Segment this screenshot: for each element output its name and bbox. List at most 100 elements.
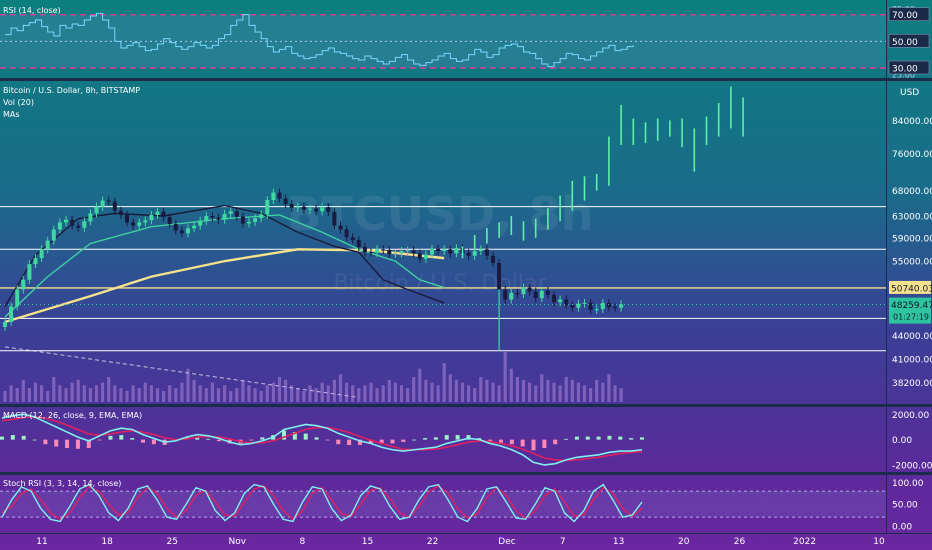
volume-bar xyxy=(369,382,373,402)
macd-histogram-bar xyxy=(119,435,124,440)
volume-bar xyxy=(406,388,410,402)
candle-body xyxy=(515,292,520,295)
volume-bar xyxy=(509,368,513,402)
time-axis-label: Nov xyxy=(229,537,247,547)
macd-histogram-bar xyxy=(216,439,221,442)
volume-bar xyxy=(235,388,239,402)
candle-body xyxy=(521,287,526,295)
volume-bar xyxy=(259,390,263,402)
macd-histogram-bar xyxy=(21,435,26,440)
volume-bar xyxy=(70,382,74,402)
volume-bar xyxy=(9,385,13,402)
candle-body xyxy=(179,230,184,234)
volume-bar xyxy=(107,377,111,402)
candle-body xyxy=(253,218,258,222)
volume-bar xyxy=(552,382,556,402)
volume-bar xyxy=(186,368,190,402)
candle-body xyxy=(442,249,447,252)
candle-body xyxy=(552,294,556,303)
volume-bar xyxy=(265,385,269,402)
candle-body xyxy=(64,219,68,223)
volume-bar xyxy=(229,390,233,402)
volume-bar xyxy=(454,379,458,402)
candle-body xyxy=(350,237,355,241)
candle-body xyxy=(387,249,392,254)
stoch-pane: 100.00 50.00 0.00 xyxy=(0,479,924,532)
price-axis-label: 41000.00 xyxy=(892,355,932,365)
price-title[interactable]: Bitcoin / U.S. Dollar, 8h, BITSTAMP xyxy=(3,86,140,95)
volume-bar xyxy=(430,382,434,402)
candle-body xyxy=(167,217,172,225)
candle-body xyxy=(454,248,459,254)
volume-bar xyxy=(393,382,397,402)
macd-histogram-bar xyxy=(108,435,113,440)
volume-bar xyxy=(540,374,544,402)
volume-bar xyxy=(595,379,599,402)
mas-legend[interactable]: MAs xyxy=(3,110,20,119)
candle-body xyxy=(613,307,617,309)
volume-bar xyxy=(94,385,99,402)
volume-bar xyxy=(338,374,343,402)
candle-body xyxy=(82,221,87,228)
time-axis-label: 7 xyxy=(560,537,566,547)
candle-body xyxy=(344,229,349,238)
volume-bar xyxy=(576,382,580,402)
candle-body xyxy=(527,287,532,292)
candle-body xyxy=(448,249,453,254)
candle-body xyxy=(210,216,215,218)
candle-body xyxy=(356,240,361,247)
candle-body xyxy=(405,250,410,252)
price-axis-label: 63000.00 xyxy=(892,213,932,223)
countdown-label: 01:27:19 xyxy=(893,313,929,322)
volume-bar xyxy=(485,379,489,402)
macd-histogram-bar xyxy=(412,439,417,441)
candle-body xyxy=(369,252,373,254)
volume-bar xyxy=(302,390,306,402)
stoch-axis-label: 50.00 xyxy=(892,501,918,511)
trading-chart[interactable]: 75.0025.0070.0050.0030.00 BTCUSD, 8hBitc… xyxy=(0,0,932,550)
price-axis-label: 76000.00 xyxy=(892,150,932,160)
macd-histogram-bar xyxy=(640,437,644,440)
candle-body xyxy=(503,289,508,300)
macd-histogram-bar xyxy=(32,439,37,441)
macd-histogram-bar xyxy=(531,439,536,451)
macd-pane-divider[interactable] xyxy=(0,404,932,407)
rsi-pane-divider[interactable] xyxy=(0,78,932,81)
candle-body xyxy=(161,211,166,218)
volume-bar xyxy=(491,382,495,402)
candle-body xyxy=(436,248,441,252)
candle-body xyxy=(192,225,197,229)
time-axis-label: 13 xyxy=(613,537,624,547)
volume-bar xyxy=(33,382,38,402)
price-axis-label: 55000.00 xyxy=(892,258,932,268)
rsi-title[interactable]: RSI (14, close) xyxy=(3,6,61,15)
candle-body xyxy=(332,211,337,226)
volume-bar xyxy=(88,388,92,402)
volume-bar xyxy=(3,390,7,402)
candle-body xyxy=(149,214,154,221)
macd-histogram-bar xyxy=(336,439,341,445)
macd-histogram-bar xyxy=(303,433,308,440)
candle-body xyxy=(27,264,32,280)
time-axis-label: 11 xyxy=(36,537,47,547)
level-label: 50740.03 xyxy=(891,284,932,294)
volume-bar xyxy=(131,385,135,402)
volume-bar xyxy=(271,382,275,402)
stoch-pane-divider[interactable] xyxy=(0,472,932,475)
volume-bar xyxy=(64,388,68,402)
volume-bar xyxy=(241,379,245,402)
stoch-title[interactable]: Stoch RSI (3, 3, 14, 14, close) xyxy=(3,479,121,488)
macd-histogram-bar xyxy=(325,439,330,441)
volume-legend[interactable]: Vol (20) xyxy=(3,98,34,107)
macd-title[interactable]: MACD (12, 26, close, 9, EMA, EMA) xyxy=(3,411,142,420)
candle-body xyxy=(283,198,288,205)
time-axis-label: 20 xyxy=(678,537,690,547)
candle-body xyxy=(3,321,7,328)
candle-body xyxy=(186,228,190,234)
volume-bar xyxy=(442,363,446,402)
last-price-label: 48259.47 xyxy=(891,301,932,311)
volume-bar xyxy=(558,385,562,402)
rsi-axis-label: 50.00 xyxy=(892,38,918,48)
macd-histogram-bar xyxy=(574,436,579,440)
volume-bar xyxy=(253,388,257,402)
